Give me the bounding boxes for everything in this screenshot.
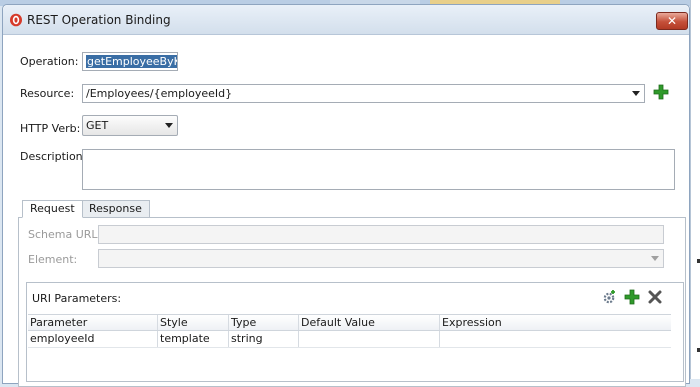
tab-request-label: Request [30,202,75,215]
operation-label: Operation: [20,55,79,68]
background-window-edge [690,0,700,379]
table-cell[interactable] [440,331,671,347]
operation-input[interactable]: getEmployeeByKey [82,52,178,71]
tab-request[interactable]: Request [22,200,83,218]
tab-response-label: Response [89,202,142,215]
parameters-table-header: Parameter Style Type Default Value Expre… [28,314,671,331]
element-label: Element: [28,253,78,266]
column-header[interactable]: Expression [440,315,671,330]
operation-value: getEmployeeByKey [86,55,177,68]
uri-parameters-title: URI Parameters: [32,292,122,305]
title-bar[interactable]: REST Operation Binding ✕ [3,5,689,35]
table-cell[interactable]: template [158,331,229,347]
resource-combobox[interactable]: /Employees/{employeeId} [82,84,645,103]
oracle-logo-icon [10,13,22,27]
chevron-down-icon[interactable] [165,123,173,128]
schema-url-input [98,225,664,244]
resource-value: /Employees/{employeeId} [86,87,233,100]
description-label: Description: [20,150,87,163]
column-header[interactable]: Parameter [28,315,158,330]
plus-icon[interactable] [653,84,669,100]
table-row[interactable]: employeeId template string [28,331,671,348]
chevron-down-icon[interactable] [632,91,640,96]
tab-response[interactable]: Response [81,200,150,218]
column-header[interactable]: Default Value [299,315,440,330]
table-cell[interactable] [299,331,440,347]
delete-x-icon[interactable] [647,289,663,305]
close-button[interactable]: ✕ [656,12,688,30]
column-header[interactable]: Type [229,315,299,330]
http-verb-label: HTTP Verb: [20,122,81,135]
http-verb-value: GET [86,119,109,132]
description-textarea[interactable] [82,149,675,190]
chevron-down-icon [651,256,659,261]
resource-label: Resource: [20,87,75,100]
column-header[interactable]: Style [158,315,229,330]
gear-icon[interactable] [601,289,617,305]
close-icon: ✕ [666,14,678,28]
table-cell[interactable]: employeeId [28,331,158,347]
http-verb-select[interactable]: GET [82,115,178,136]
schema-url-label: Schema URL: [28,228,102,241]
dialog-title: REST Operation Binding [27,13,171,27]
table-cell[interactable]: string [229,331,299,347]
plus-icon[interactable] [624,289,640,305]
element-combobox [98,249,664,268]
